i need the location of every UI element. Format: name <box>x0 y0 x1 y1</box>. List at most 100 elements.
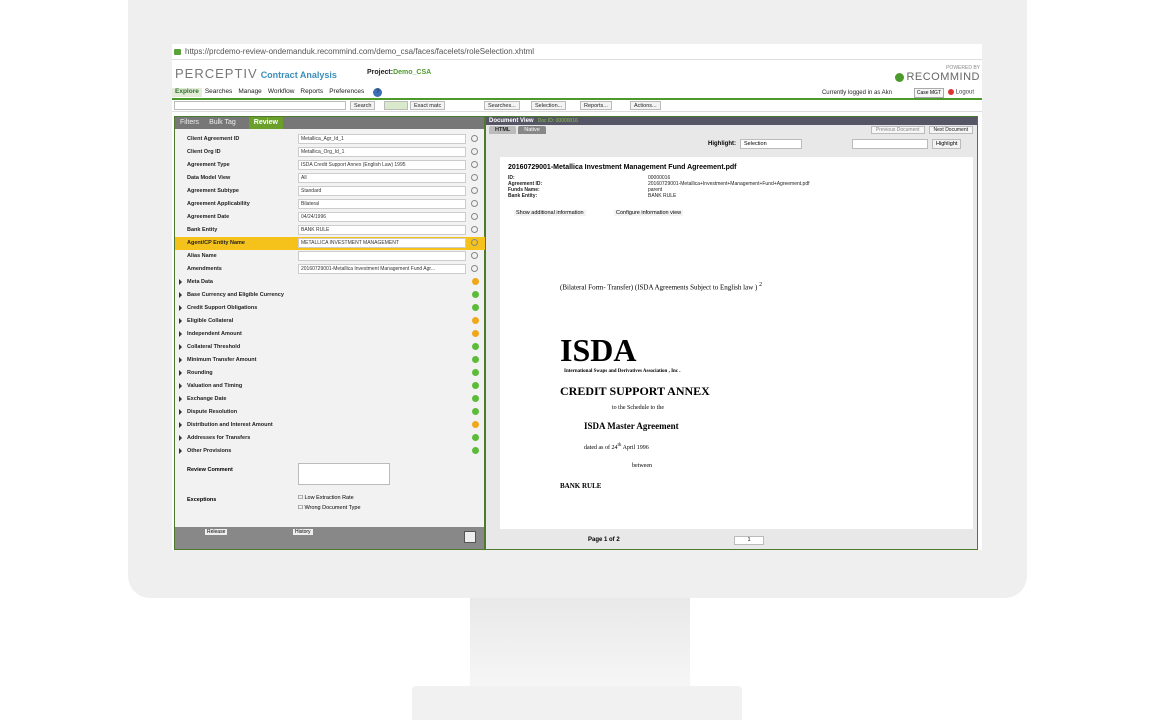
search-icon[interactable] <box>471 213 478 220</box>
field-row: Agreement Date 04/24/1996 <box>175 211 485 224</box>
field-row: Agreement Type ISDA Credit Support Annex… <box>175 159 485 172</box>
field-value[interactable]: Metallica_Agr_Id_1 <box>298 134 466 144</box>
expand-arrow-icon[interactable] <box>179 409 182 415</box>
refresh-icon[interactable] <box>384 101 408 110</box>
save-icon[interactable] <box>464 531 476 543</box>
section-row[interactable]: Independent Amount <box>175 328 485 341</box>
field-value[interactable]: Metallica_Org_Id_1 <box>298 147 466 157</box>
section-row[interactable]: Collateral Threshold <box>175 341 485 354</box>
section-row[interactable]: Base Currency and Eligible Currency <box>175 289 485 302</box>
expand-arrow-icon[interactable] <box>179 422 182 428</box>
field-value[interactable]: Bilateral <box>298 199 466 209</box>
exception-low-extraction[interactable]: ☐ Low Extraction Rate <box>298 495 354 501</box>
document-page: 20160729001-Metallica Investment Managem… <box>500 157 973 529</box>
meta-key: Bank Entity: <box>508 193 538 199</box>
tab-html[interactable]: HTML <box>489 126 517 134</box>
configure-info-link[interactable]: Configure information view <box>614 210 684 216</box>
exception-wrong-type[interactable]: ☐ Wrong Document Type <box>298 505 361 511</box>
reports-menu[interactable]: Reports... <box>580 101 612 110</box>
user-button[interactable]: Case MGT <box>913 88 944 98</box>
page-input[interactable]: 1 <box>734 536 764 545</box>
expand-arrow-icon[interactable] <box>179 435 182 441</box>
selection-menu[interactable]: Selection... <box>531 101 567 110</box>
expand-arrow-icon[interactable] <box>179 305 182 311</box>
search-icon[interactable] <box>471 148 478 155</box>
section-row[interactable]: Minimum Transfer Amount <box>175 354 485 367</box>
actions-menu[interactable]: Actions... <box>630 101 661 110</box>
expand-arrow-icon[interactable] <box>179 357 182 363</box>
section-row[interactable]: Addresses for Transfers <box>175 432 485 445</box>
nav-preferences[interactable]: Preferences <box>326 88 367 97</box>
section-label: Independent Amount <box>187 331 242 337</box>
highlight-select[interactable]: Selection <box>740 139 802 149</box>
expand-arrow-icon[interactable] <box>179 344 182 350</box>
search-icon[interactable] <box>471 187 478 194</box>
search-icon[interactable] <box>471 265 478 272</box>
expand-arrow-icon[interactable] <box>179 331 182 337</box>
field-label: Client Org ID <box>187 149 221 155</box>
tab-filters[interactable]: Filters <box>175 117 204 129</box>
search-icon[interactable] <box>471 239 478 246</box>
expand-arrow-icon[interactable] <box>179 292 182 298</box>
nav-explore[interactable]: Explore <box>172 88 202 97</box>
search-icon[interactable] <box>471 174 478 181</box>
help-icon[interactable]: ? <box>373 88 383 97</box>
field-row: Amendments 20160729001-Metallica Investm… <box>175 263 485 276</box>
nav-workflow[interactable]: Workflow <box>265 88 298 97</box>
section-row[interactable]: Dispute Resolution <box>175 406 485 419</box>
section-label: Valuation and Timing <box>187 383 243 389</box>
section-row[interactable]: Credit Support Obligations <box>175 302 485 315</box>
field-value[interactable]: METALLICA INVESTMENT MANAGEMENT <box>298 238 466 248</box>
search-icon[interactable] <box>471 135 478 142</box>
nav-reports[interactable]: Reports <box>297 88 326 97</box>
previous-document-button[interactable]: Previous Document <box>870 126 925 134</box>
field-value[interactable] <box>298 251 466 261</box>
search-icon[interactable] <box>471 226 478 233</box>
review-comment-input[interactable] <box>298 463 390 485</box>
field-value[interactable]: 20160729001-Metallica Investment Managem… <box>298 264 466 274</box>
tab-bulk-tag[interactable]: Bulk Tag <box>204 117 241 129</box>
field-value[interactable]: All <box>298 173 466 183</box>
tab-native[interactable]: Native <box>518 126 546 134</box>
expand-arrow-icon[interactable] <box>179 370 182 376</box>
expand-arrow-icon[interactable] <box>179 318 182 324</box>
exact-match-select[interactable]: Exact matc <box>410 101 446 110</box>
expand-arrow-icon[interactable] <box>179 279 182 285</box>
next-document-button[interactable]: Next Document <box>928 126 973 134</box>
section-row[interactable]: Meta Data <box>175 276 485 289</box>
url-bar[interactable]: https://prcdemo-review-ondemanduk.recomm… <box>172 44 982 60</box>
section-row[interactable]: Valuation and Timing <box>175 380 485 393</box>
field-value[interactable]: BANK RULE <box>298 225 466 235</box>
section-row[interactable]: Eligible Collateral <box>175 315 485 328</box>
searches-menu[interactable]: Searches... <box>484 101 520 110</box>
show-info-link[interactable]: Show additional information <box>514 210 586 216</box>
field-value[interactable]: Standard <box>298 186 466 196</box>
nav-manage[interactable]: Manage <box>235 88 265 97</box>
status-icon <box>472 382 479 389</box>
expand-arrow-icon[interactable] <box>179 448 182 454</box>
field-row: Client Agreement ID Metallica_Agr_Id_1 <box>175 133 485 146</box>
search-button[interactable]: Search <box>350 101 376 110</box>
review-bottom-bar: Release History <box>175 527 484 549</box>
status-icon <box>472 447 479 454</box>
expand-arrow-icon[interactable] <box>179 396 182 402</box>
search-icon[interactable] <box>471 161 478 168</box>
section-row[interactable]: Rounding <box>175 367 485 380</box>
section-row[interactable]: Distribution and Interest Amount <box>175 419 485 432</box>
history-button[interactable]: History <box>293 529 313 535</box>
tab-review[interactable]: Review <box>248 117 283 129</box>
section-row[interactable]: Other Provisions <box>175 445 485 458</box>
search-icon[interactable] <box>471 252 478 259</box>
release-button[interactable]: Release <box>205 529 228 535</box>
section-row[interactable]: Exchange Date <box>175 393 485 406</box>
logout-button[interactable]: Logout <box>947 89 974 96</box>
expand-arrow-icon[interactable] <box>179 383 182 389</box>
field-value[interactable]: ISDA Credit Support Annex (English Law) … <box>298 160 466 170</box>
search-icon[interactable] <box>471 200 478 207</box>
highlight-button[interactable]: Highlight <box>932 139 962 149</box>
field-value[interactable]: 04/24/1996 <box>298 212 466 222</box>
status-icon <box>472 421 479 428</box>
search-input[interactable] <box>174 101 346 110</box>
highlight-input[interactable] <box>852 139 928 149</box>
nav-searches[interactable]: Searches <box>202 88 235 97</box>
